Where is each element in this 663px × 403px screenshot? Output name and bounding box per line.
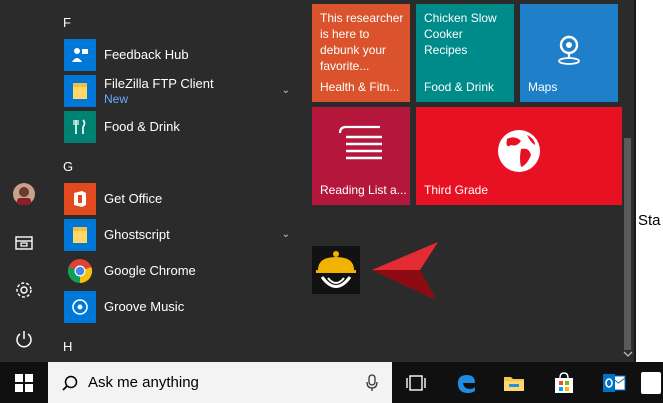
outlook-button[interactable] [590,362,638,403]
app-label: FileZilla FTP Client [104,76,214,91]
windows-logo-icon [15,373,33,392]
microphone-icon[interactable] [366,374,378,392]
app-label: Ghostscript [104,227,170,242]
reading-list-icon [338,125,382,160]
start-button[interactable] [0,362,48,403]
section-letter-h[interactable]: H [63,339,72,354]
app-label: Groove Music [104,299,185,314]
app-label: Feedback Hub [104,47,189,62]
scrollbar-thumb[interactable] [624,138,631,350]
office-icon [64,183,96,215]
task-view-icon [406,374,426,391]
store-button[interactable] [540,362,588,403]
feedback-hub-icon [64,39,96,71]
cloche-icon [312,246,360,294]
power-icon [16,331,32,348]
file-explorer-rail-icon [15,236,33,250]
tile-label: Health & Fitn... [320,80,400,94]
start-rail [0,0,48,362]
scrollbar[interactable] [622,0,634,362]
edge-button[interactable] [442,362,490,403]
search-icon [62,375,78,391]
cloche-app-tile[interactable] [312,246,360,294]
maps-icon [558,35,580,65]
tile-label: Reading List a... [320,183,407,197]
file-explorer-button[interactable] [490,362,538,403]
new-badge: New [104,92,129,106]
tile-label: Maps [528,80,558,94]
tile-headline: Chicken Slow Cooker Recipes [424,11,497,57]
tile-label: Food & Drink [424,80,495,94]
search-placeholder[interactable]: Ask me anything [88,374,199,391]
edge-icon [457,374,475,393]
folder-icon [64,219,96,251]
tile-headline: This researcher is here to debunk your f… [320,11,404,73]
user-avatar[interactable] [4,176,44,212]
background-window[interactable]: Sta [634,0,663,362]
taskbar: Ask me anything [0,362,663,403]
power-button[interactable] [4,321,44,357]
user-avatar-icon [13,183,35,205]
app-label: Get Office [104,191,163,206]
settings-icon [16,282,32,298]
scroll-down-icon[interactable] [623,350,633,358]
task-view-button[interactable] [392,362,440,403]
section-letter-g[interactable]: G [63,159,73,174]
app-filezilla[interactable]: FileZilla FTP Client New ⌄ [64,73,298,109]
search-box[interactable]: Ask me anything [48,362,392,403]
app-food-drink[interactable]: Food & Drink [64,109,298,145]
app-groove-music[interactable]: Groove Music [64,289,298,325]
background-window-text: Sta [638,212,661,229]
app-list: F Feedback Hub FileZilla FTP Client New … [48,0,298,362]
folder-icon [64,75,96,107]
section-letter-f[interactable]: F [63,15,71,30]
tile-health-fitness[interactable]: This researcher is here to debunk your f… [312,4,410,102]
settings-button[interactable] [4,272,44,308]
red-arrow-pointer-icon [372,242,438,300]
tile-reading-list[interactable]: Reading List a... [312,107,410,205]
tile-third-grade[interactable]: Third Grade [416,107,622,205]
taskbar-overflow-icon[interactable] [638,362,663,403]
tile-label: Third Grade [424,183,489,197]
chrome-icon [64,255,96,287]
outlook-icon [603,373,626,392]
app-label: Food & Drink [104,119,180,134]
app-label: Google Chrome [104,263,196,278]
groove-music-icon [64,291,96,323]
food-drink-icon [64,111,96,143]
tile-food-drink[interactable]: Chicken Slow Cooker Recipes Food & Drink [416,4,514,102]
app-get-office[interactable]: Get Office [64,181,298,217]
app-google-chrome[interactable]: Google Chrome [64,253,298,289]
file-explorer-icon [504,376,524,391]
tile-maps[interactable]: Maps [520,4,618,102]
start-menu: F Feedback Hub FileZilla FTP Client New … [0,0,634,362]
chevron-down-icon[interactable]: ⌄ [282,229,290,240]
globe-icon [498,130,540,172]
documents-button[interactable] [4,224,44,260]
app-feedback-hub[interactable]: Feedback Hub [64,37,298,73]
store-icon [555,371,573,393]
app-ghostscript[interactable]: Ghostscript ⌄ [64,217,298,253]
chevron-down-icon[interactable]: ⌄ [282,85,290,96]
